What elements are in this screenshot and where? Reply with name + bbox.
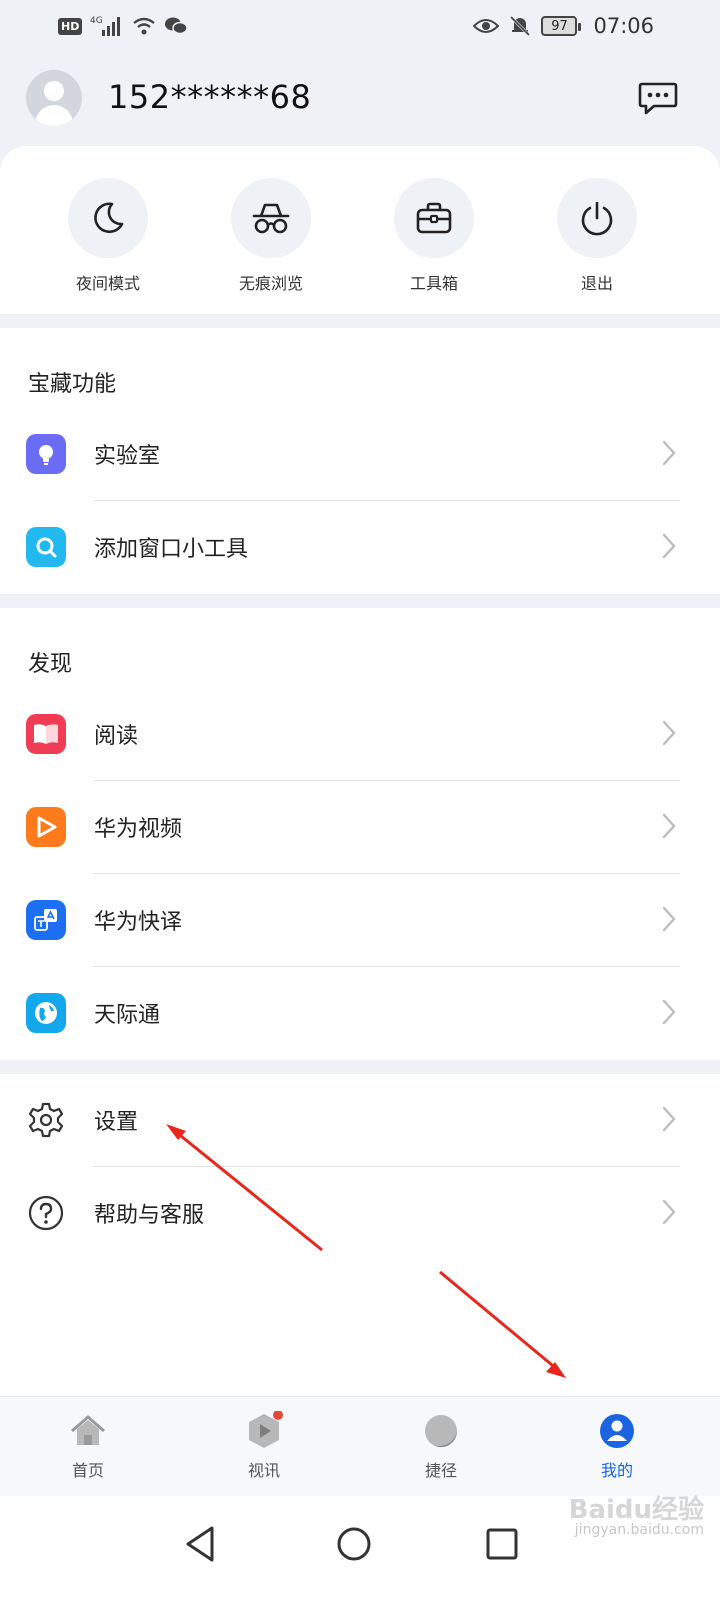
row-huawei-translate[interactable]: 华为快译 (0, 874, 720, 967)
message-icon[interactable] (638, 78, 678, 118)
account-phone[interactable]: 152******68 (108, 78, 311, 116)
row-skytone[interactable]: 天际通 (0, 967, 720, 1060)
row-lab[interactable]: 实验室 (0, 408, 720, 501)
avatar[interactable] (26, 70, 82, 126)
quick-action-label: 夜间模式 (75, 274, 140, 293)
misc-card: 设置 帮助与客服 (0, 1074, 720, 1396)
globe-icon (26, 993, 66, 1033)
power-icon (581, 201, 613, 236)
quick-action-night-mode[interactable]: 夜间模式 (48, 178, 168, 294)
chevron-right-icon (662, 906, 676, 932)
wifi-icon (133, 17, 156, 35)
mute-bell-icon (510, 15, 531, 37)
quick-action-toolbox[interactable]: 工具箱 (374, 178, 494, 294)
quick-action-incognito[interactable]: 无痕浏览 (211, 178, 331, 294)
bottom-nav: 首页 视讯 捷径 我的 (0, 1396, 720, 1497)
chevron-right-icon (662, 1106, 676, 1132)
battery-indicator: 97 (541, 16, 582, 36)
user-icon (600, 1414, 634, 1448)
discover-card: 发现 阅读 华为视频 华为快译 天际通 (0, 608, 720, 1060)
chevron-right-icon (662, 440, 676, 466)
translate-icon (26, 900, 66, 940)
row-label: 实验室 (94, 444, 161, 469)
section-title-treasure: 宝藏功能 (28, 372, 117, 397)
chevron-right-icon (662, 720, 676, 746)
quick-action-label: 无痕浏览 (238, 274, 303, 293)
quick-action-label: 退出 (580, 274, 613, 293)
shortcut-icon (425, 1415, 458, 1448)
row-label: 阅读 (94, 724, 139, 749)
row-label: 设置 (94, 1110, 139, 1135)
watermark-brand: Baidu经验 (568, 1495, 704, 1525)
section-title-discover: 发现 (28, 652, 73, 677)
tab-video[interactable]: 视讯 (204, 1410, 324, 1481)
recents-icon[interactable] (478, 1520, 526, 1568)
chevron-right-icon (662, 533, 676, 559)
lightbulb-icon (26, 434, 66, 474)
row-label: 帮助与客服 (94, 1203, 205, 1228)
search-widget-icon (26, 527, 66, 567)
eye-comfort-icon (473, 19, 500, 33)
row-label: 天际通 (94, 1003, 161, 1028)
quick-actions-card: 夜间模式 无痕浏览 工具箱 退出 (0, 146, 720, 314)
row-add-widget[interactable]: 添加窗口小工具 (0, 501, 720, 594)
watermark: Baidu经验 jingyan.baidu.com (568, 1495, 704, 1540)
status-right: 97 07:06 (473, 14, 654, 38)
video-icon (249, 1410, 283, 1448)
chevron-right-icon (662, 813, 676, 839)
chevron-right-icon (662, 1199, 676, 1225)
tab-label: 视讯 (247, 1461, 280, 1480)
tab-label: 捷径 (424, 1461, 457, 1480)
status-bar: HD 4G 97 07:06 (0, 0, 720, 56)
battery-level: 97 (551, 18, 568, 34)
watermark-url: jingyan.baidu.com (574, 1522, 704, 1538)
moon-icon (94, 202, 124, 234)
hd-badge: HD (58, 17, 83, 35)
tab-label: 首页 (71, 1461, 104, 1480)
help-icon (26, 1193, 66, 1233)
wechat-icon (165, 17, 189, 35)
status-time: 07:06 (593, 14, 654, 38)
toolbox-icon (416, 202, 452, 234)
treasure-card: 宝藏功能 实验室 添加窗口小工具 (0, 328, 720, 594)
quick-action-label: 工具箱 (409, 274, 458, 293)
quick-action-logout[interactable]: 退出 (537, 178, 657, 294)
tab-mine[interactable]: 我的 (557, 1411, 677, 1481)
chevron-right-icon (662, 999, 676, 1025)
signal-icon: 4G (90, 16, 121, 36)
row-huawei-video[interactable]: 华为视频 (0, 781, 720, 874)
profile-header: 152******68 (0, 60, 720, 150)
tab-home[interactable]: 首页 (28, 1411, 148, 1481)
tab-label: 我的 (600, 1461, 633, 1480)
home-icon (71, 1415, 105, 1445)
tab-shortcut[interactable]: 捷径 (381, 1411, 501, 1481)
gear-icon (26, 1100, 66, 1140)
status-left: HD 4G (58, 14, 189, 38)
home-circle-icon[interactable] (330, 1520, 378, 1568)
back-icon[interactable] (178, 1520, 226, 1568)
incognito-icon (252, 203, 290, 234)
row-settings[interactable]: 设置 (0, 1074, 720, 1167)
row-label: 添加窗口小工具 (94, 537, 249, 562)
play-icon (26, 807, 66, 847)
row-help[interactable]: 帮助与客服 (0, 1167, 720, 1260)
row-label: 华为视频 (94, 817, 183, 842)
row-reading[interactable]: 阅读 (0, 688, 720, 781)
row-label: 华为快译 (94, 910, 183, 935)
network-type-label: 4G (90, 16, 103, 26)
book-icon (26, 714, 66, 754)
